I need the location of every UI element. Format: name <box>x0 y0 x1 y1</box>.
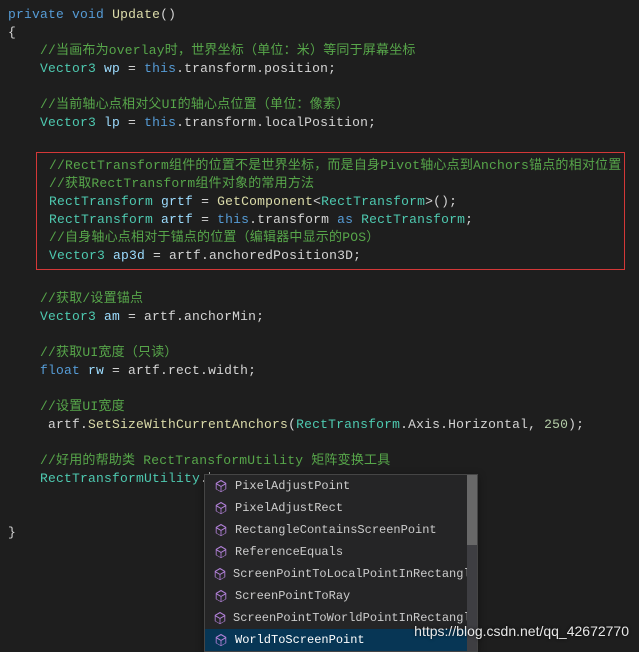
comment: //获取/设置锚点 <box>40 291 143 306</box>
intellisense-item[interactable]: ReferenceEquals <box>205 541 477 563</box>
brace: { <box>8 25 16 40</box>
intellisense-item-label: WorldToScreenPoint <box>235 633 365 647</box>
comment: //RectTransform组件的位置不是世界坐标，而是自身Pivot轴心点到… <box>49 158 621 173</box>
op: = <box>193 212 217 227</box>
type: RectTransform <box>321 194 425 209</box>
intellisense-item-label: RectangleContainsScreenPoint <box>235 523 437 537</box>
number: 250 <box>544 417 568 432</box>
type: RectTransform <box>49 194 153 209</box>
comment: //获取RectTransform组件对象的常用方法 <box>49 176 314 191</box>
intellisense-item-label: PixelAdjustRect <box>235 501 343 515</box>
identifier: rw <box>88 363 104 378</box>
watermark-text: https://blog.csdn.net/qq_42672770 <box>414 623 629 639</box>
punct: >(); <box>425 194 457 209</box>
type: Vector3 <box>40 115 96 130</box>
type: RectTransform <box>353 212 465 227</box>
brace: } <box>8 525 16 540</box>
comment: //设置UI宽度 <box>40 399 125 414</box>
method-icon <box>213 610 227 626</box>
type: Vector3 <box>49 248 105 263</box>
method-icon <box>213 522 229 538</box>
rest: = artf.anchorMin; <box>120 309 264 324</box>
method: GetComponent <box>217 194 313 209</box>
member: .Axis.Horizontal, <box>400 417 544 432</box>
op: = <box>193 194 217 209</box>
method: SetSizeWithCurrentAnchors <box>88 417 288 432</box>
rest: = artf.anchoredPosition3D; <box>145 248 361 263</box>
scrollbar-thumb[interactable] <box>467 475 477 545</box>
code-editor[interactable]: private void Update() { //当画布为overlay时，世… <box>0 0 639 548</box>
punct: ( <box>288 417 296 432</box>
punct: () <box>160 7 176 22</box>
comment: //获取UI宽度（只读） <box>40 345 178 360</box>
keyword: as <box>337 212 353 227</box>
intellisense-item-label: ScreenPointToLocalPointInRectangle <box>233 567 478 581</box>
intellisense-item-label: PixelAdjustPoint <box>235 479 350 493</box>
intellisense-item[interactable]: PixelAdjustRect <box>205 497 477 519</box>
method-icon <box>213 632 229 648</box>
member: .transform.localPosition; <box>176 115 376 130</box>
method-name: Update <box>112 7 160 22</box>
identifier: artf <box>161 212 193 227</box>
member: .transform.position; <box>176 61 336 76</box>
method-icon <box>213 478 229 494</box>
type: RectTransform <box>296 417 400 432</box>
method-icon <box>213 500 229 516</box>
method-icon <box>213 566 227 582</box>
intellisense-item[interactable]: ScreenPointToRay <box>205 585 477 607</box>
highlight-box: //RectTransform组件的位置不是世界坐标，而是自身Pivot轴心点到… <box>36 152 625 270</box>
intellisense-item-label: ReferenceEquals <box>235 545 343 559</box>
intellisense-item[interactable]: PixelAdjustPoint <box>205 475 477 497</box>
type: RectTransformUtility <box>40 471 200 486</box>
identifier: ap3d <box>113 248 145 263</box>
rest: = artf.rect.width; <box>104 363 256 378</box>
keyword: this <box>144 115 176 130</box>
method-icon <box>213 588 229 604</box>
punct: ; <box>465 212 473 227</box>
keyword: this <box>144 61 176 76</box>
comment: //自身轴心点相对于锚点的位置（编辑器中显示的POS） <box>49 230 379 245</box>
type: RectTransform <box>49 212 153 227</box>
type: Vector3 <box>40 309 96 324</box>
op: = <box>120 61 144 76</box>
punct: ); <box>568 417 584 432</box>
keyword: void <box>72 7 104 22</box>
method-icon <box>213 544 229 560</box>
comment: //当前轴心点相对父UI的轴心点位置（单位：像素） <box>40 97 349 112</box>
member: .transform <box>249 212 337 227</box>
punct: < <box>313 194 321 209</box>
identifier: wp <box>104 61 120 76</box>
op: = <box>120 115 144 130</box>
keyword: this <box>217 212 249 227</box>
type: Vector3 <box>40 61 96 76</box>
comment: //当画布为overlay时，世界坐标（单位：米）等同于屏幕坐标 <box>40 43 416 58</box>
identifier: am <box>104 309 120 324</box>
intellisense-item[interactable]: ScreenPointToLocalPointInRectangle <box>205 563 477 585</box>
type: float <box>40 363 80 378</box>
intellisense-item-label: ScreenPointToRay <box>235 589 350 603</box>
intellisense-item[interactable]: RectangleContainsScreenPoint <box>205 519 477 541</box>
identifier: grtf <box>161 194 193 209</box>
keyword: private <box>8 7 64 22</box>
object: artf. <box>40 417 88 432</box>
identifier: lp <box>104 115 120 130</box>
comment: //好用的帮助类 RectTransformUtility 矩阵变换工具 <box>40 453 390 468</box>
